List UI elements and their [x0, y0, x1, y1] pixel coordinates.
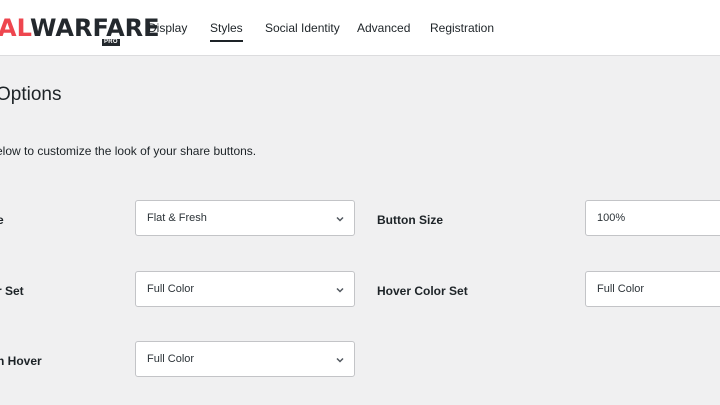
tab-advanced[interactable]: Advanced	[357, 21, 410, 35]
button-shape-select[interactable]: Flat & Fresh	[135, 200, 355, 236]
page-title: Options	[0, 84, 62, 105]
color-set-value: Full Color	[147, 283, 195, 295]
button-size-select[interactable]: 100%	[585, 200, 720, 236]
hover-color-set-label: Hover Color Set	[377, 284, 468, 298]
button-size-label: Button Size	[377, 213, 443, 227]
single-hover-label: n Hover	[0, 354, 42, 368]
button-shape-value: Flat & Fresh	[147, 212, 207, 224]
chevron-down-icon	[336, 287, 344, 293]
tab-registration[interactable]: Registration	[430, 21, 494, 35]
logo-text-red: AL	[0, 14, 31, 42]
hover-color-set-select[interactable]: Full Color	[585, 271, 720, 307]
section-description: elow to customize the look of your share…	[0, 144, 257, 158]
single-hover-select[interactable]: Full Color	[135, 341, 355, 377]
chevron-down-icon	[336, 216, 344, 222]
top-navigation-bar: ALWARFARE PRO Display Styles Social Iden…	[0, 0, 720, 56]
color-set-select[interactable]: Full Color	[135, 271, 355, 307]
tab-styles[interactable]: Styles	[210, 21, 243, 42]
single-hover-value: Full Color	[147, 353, 195, 365]
tab-social-identity[interactable]: Social Identity	[265, 21, 340, 35]
color-set-label: r Set	[0, 284, 24, 298]
pro-badge: PRO	[102, 39, 120, 46]
hover-color-set-value: Full Color	[597, 283, 645, 295]
chevron-down-icon	[336, 357, 344, 363]
button-shape-label: e	[0, 213, 4, 227]
tab-display[interactable]: Display	[148, 21, 187, 35]
button-size-value: 100%	[597, 212, 626, 224]
logo-text-dark: WARFARE	[30, 14, 160, 42]
